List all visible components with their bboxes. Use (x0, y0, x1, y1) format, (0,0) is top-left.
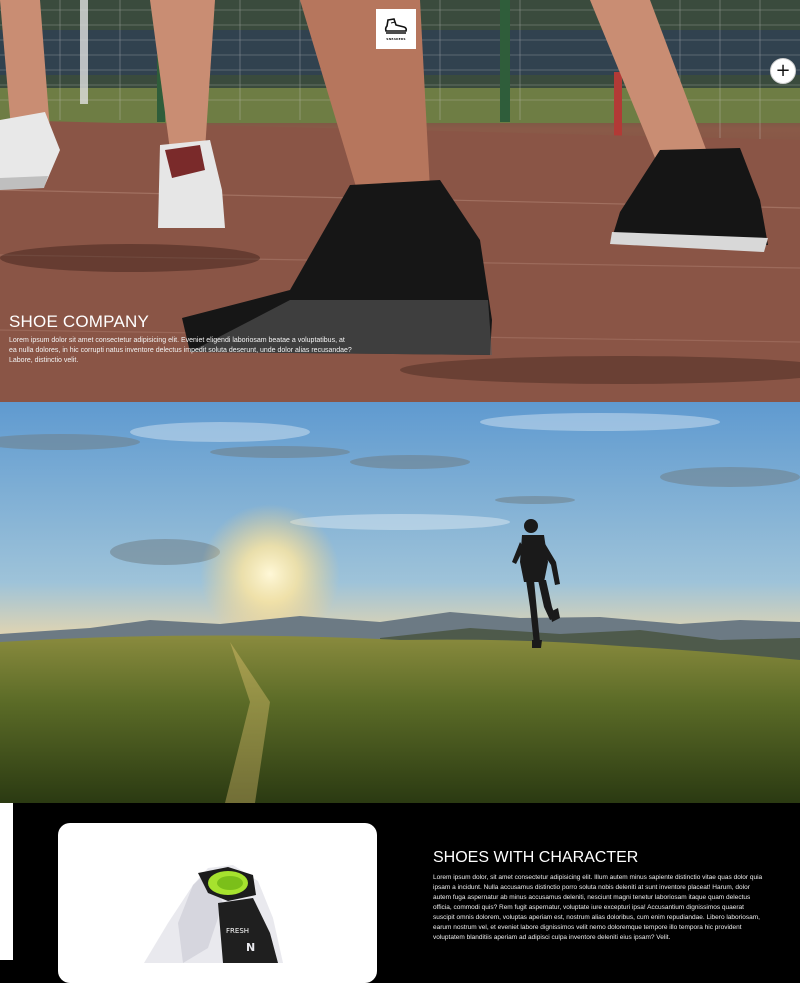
product-title: SHOES WITH CHARACTER (433, 849, 639, 866)
hero-section: SNEAKERS + SHOE COMPANY Lorem ipsum dolo… (0, 0, 800, 402)
side-strip (0, 803, 13, 960)
svg-text:FRESH: FRESH (226, 927, 249, 935)
sneaker-image: FRESH N (144, 865, 283, 963)
runner-photo (0, 402, 800, 803)
plus-icon[interactable]: + (770, 58, 796, 84)
sneaker-icon (384, 17, 408, 34)
product-section: FRESH N SHOES WITH CHARACTER Lorem ipsum… (0, 803, 800, 983)
hero-description: Lorem ipsum dolor sit amet consectetur a… (9, 337, 352, 364)
product-card[interactable]: FRESH N (58, 823, 377, 983)
logo-text: SNEAKERS (386, 36, 406, 41)
product-description: Lorem ipsum dolor, sit amet consectetur … (433, 874, 763, 941)
hero-title: SHOE COMPANY (9, 312, 149, 331)
brand-logo[interactable]: SNEAKERS (376, 9, 416, 49)
runner-banner (0, 402, 800, 803)
svg-text:N: N (246, 941, 255, 954)
